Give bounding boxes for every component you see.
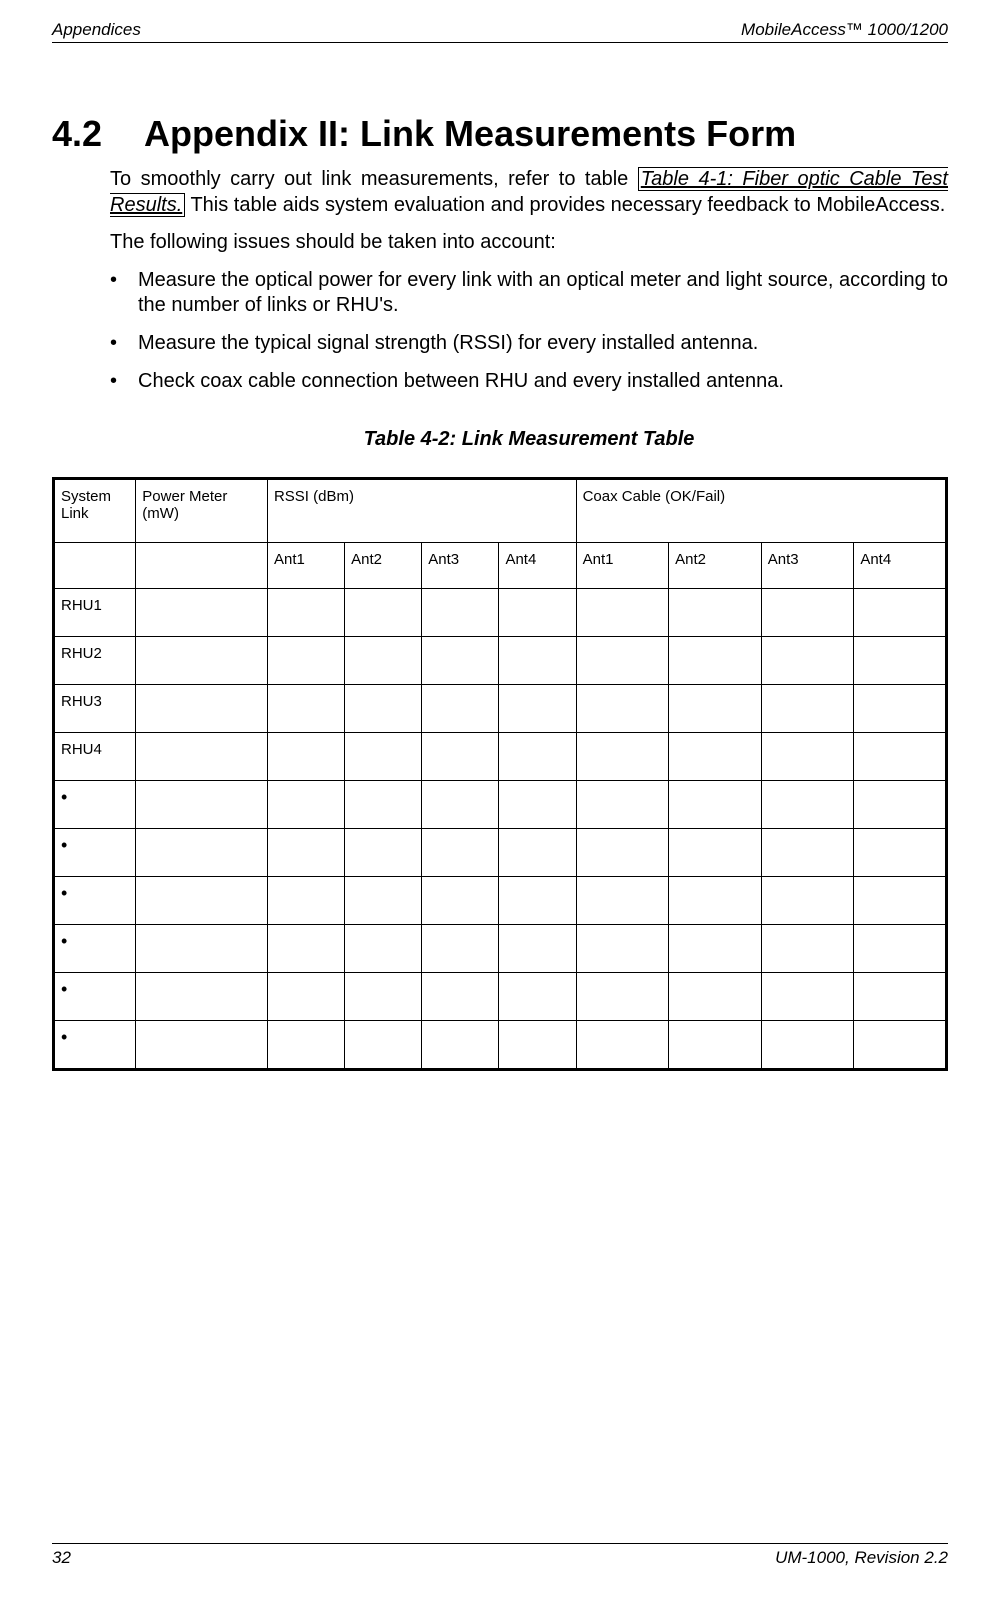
table-row: RHU4 (54, 733, 947, 781)
th-ant1: Ant1 (576, 543, 669, 589)
bullet-text: Measure the optical power for every link… (138, 268, 948, 319)
bullet-text: Measure the typical signal strength (RSS… (138, 331, 758, 357)
section-heading: 4.2 Appendix II: Link Measurements Form (52, 113, 948, 155)
th-coax: Coax Cable (OK/Fail) (576, 479, 946, 543)
para1-text-a: To smoothly carry out link measurements,… (110, 168, 638, 190)
page-number: 32 (52, 1548, 71, 1568)
bullet-icon: • (110, 369, 138, 395)
table-subheader-row: Ant1 Ant2 Ant3 Ant4 Ant1 Ant2 Ant3 Ant4 (54, 543, 947, 589)
content-area: 4.2 Appendix II: Link Measurements Form … (52, 43, 948, 1543)
th-system-link: System Link (54, 479, 136, 543)
list-item: • Measure the optical power for every li… (110, 268, 948, 319)
paragraph-1: To smoothly carry out link measurements,… (110, 167, 948, 218)
doc-revision: UM-1000, Revision 2.2 (775, 1548, 948, 1568)
th-ant3: Ant3 (761, 543, 854, 589)
row-label: • (54, 781, 136, 829)
row-label: RHU1 (54, 589, 136, 637)
bullet-icon: • (110, 268, 138, 319)
row-label: • (54, 877, 136, 925)
link-measurement-table: System Link Power Meter (mW) RSSI (dBm) … (52, 477, 948, 1071)
list-item: • Measure the typical signal strength (R… (110, 331, 948, 357)
table-row: • (54, 1021, 947, 1070)
row-label: • (54, 925, 136, 973)
header-right: MobileAccess™ 1000/1200 (741, 20, 948, 40)
table-row: RHU2 (54, 637, 947, 685)
para1-text-b: This table aids system evaluation and pr… (185, 194, 945, 216)
th-ant2: Ant2 (669, 543, 762, 589)
table-header-row: System Link Power Meter (mW) RSSI (dBm) … (54, 479, 947, 543)
section-number: 4.2 (52, 113, 102, 155)
table-row: RHU3 (54, 685, 947, 733)
th-ant3: Ant3 (422, 543, 499, 589)
table-row: • (54, 877, 947, 925)
th-ant4: Ant4 (499, 543, 576, 589)
th-empty (54, 543, 136, 589)
list-item: • Check coax cable connection between RH… (110, 369, 948, 395)
th-ant2: Ant2 (345, 543, 422, 589)
row-label: • (54, 973, 136, 1021)
row-label: RHU4 (54, 733, 136, 781)
paragraph-2: The following issues should be taken int… (110, 230, 948, 256)
table-row: • (54, 781, 947, 829)
row-label: • (54, 1021, 136, 1070)
th-power-meter: Power Meter (mW) (136, 479, 268, 543)
th-ant4: Ant4 (854, 543, 947, 589)
header-left: Appendices (52, 20, 141, 40)
th-empty (136, 543, 268, 589)
th-ant1: Ant1 (267, 543, 344, 589)
section-title: Appendix II: Link Measurements Form (144, 113, 796, 155)
page-footer: 32 UM-1000, Revision 2.2 (52, 1543, 948, 1568)
row-label: RHU3 (54, 685, 136, 733)
page-header: Appendices MobileAccess™ 1000/1200 (52, 20, 948, 43)
table-row: • (54, 829, 947, 877)
row-label: • (54, 829, 136, 877)
bullet-list: • Measure the optical power for every li… (110, 268, 948, 394)
bullet-text: Check coax cable connection between RHU … (138, 369, 784, 395)
th-rssi: RSSI (dBm) (267, 479, 576, 543)
row-label: RHU2 (54, 637, 136, 685)
bullet-icon: • (110, 331, 138, 357)
table-caption: Table 4-2: Link Measurement Table (110, 428, 948, 451)
table-row: • (54, 925, 947, 973)
table-row: • (54, 973, 947, 1021)
table-row: RHU1 (54, 589, 947, 637)
